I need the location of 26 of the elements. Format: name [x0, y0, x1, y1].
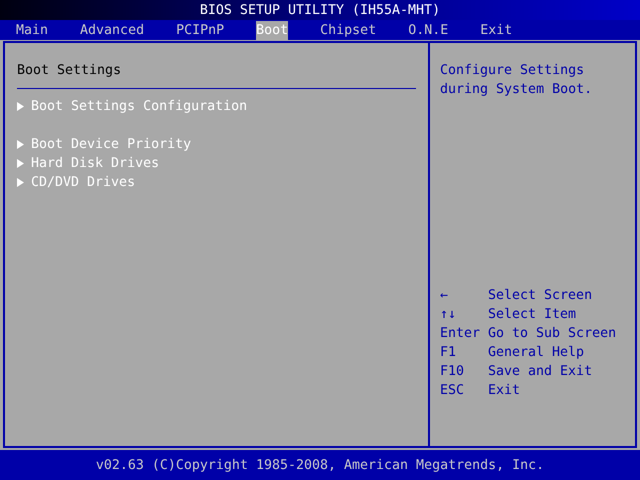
key-label: Enter — [440, 325, 482, 343]
triangle-icon — [17, 178, 24, 187]
window-title: BIOS SETUP UTILITY (IH55A-MHT) — [200, 2, 440, 20]
triangle-icon — [17, 102, 24, 111]
triangle-icon — [17, 159, 24, 168]
key-label: ESC — [440, 382, 466, 400]
section-title: Boot Settings — [17, 62, 122, 80]
menu-tab[interactable]: Chipset — [320, 20, 376, 40]
menu-tab[interactable]: Main — [16, 20, 48, 40]
key-action: Exit — [488, 382, 520, 400]
key-action: Go to Sub Screen — [488, 325, 616, 343]
help-text: Configure Settings during System Boot. — [440, 62, 594, 99]
key-label: F10 — [440, 363, 466, 381]
menu-tab[interactable]: O.N.E — [408, 20, 448, 40]
key-label: F1 — [440, 344, 458, 362]
key-action: Select Screen — [488, 287, 592, 305]
menu-tab[interactable]: Exit — [480, 20, 512, 40]
key-label: ↑↓ — [440, 306, 458, 324]
key-action: Save and Exit — [488, 363, 592, 381]
menu-tab[interactable]: PCIPnP — [176, 20, 224, 40]
key-label: ← — [440, 287, 450, 305]
menu-tab[interactable]: Advanced — [80, 20, 144, 40]
key-action: Select Item — [488, 306, 576, 324]
copyright-text: v02.63 (C)Copyright 1985-2008, American Megatrends, Inc. — [96, 456, 544, 474]
triangle-icon — [17, 140, 24, 149]
key-action: General Help — [488, 344, 584, 362]
